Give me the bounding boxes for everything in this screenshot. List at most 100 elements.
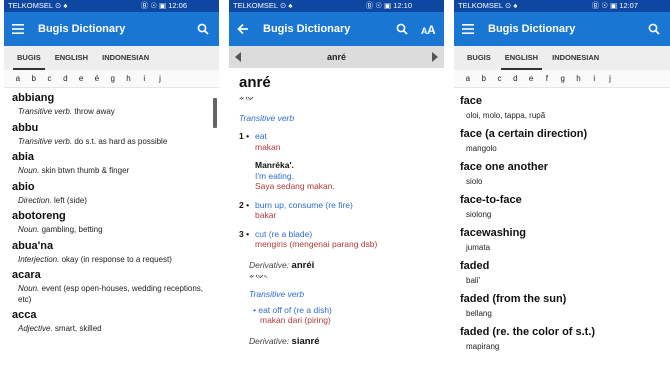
letter-e[interactable]: e bbox=[523, 74, 539, 83]
letter-b[interactable]: b bbox=[476, 74, 492, 83]
entry-word: face bbox=[460, 95, 483, 107]
list-item[interactable]: abua'na Interjection. okay (in response t… bbox=[12, 239, 219, 266]
letter-f[interactable]: f bbox=[539, 74, 555, 83]
sense-english: burn up, consume (re fire) bbox=[255, 199, 353, 210]
sense-3: 3 • cut (re a blade) mengiris (mengenai … bbox=[239, 228, 378, 250]
screen-english-list: TELKOMSEL ⊙ ♠ Ⓑ ☉ ▣ 12:07 Bugis Dictionary… bbox=[454, 0, 670, 372]
list-item[interactable]: face oloi, molo, tappa, rupã bbox=[460, 94, 670, 121]
tab-english[interactable]: ENGLISH bbox=[48, 46, 95, 70]
entry-word: acca bbox=[12, 309, 37, 321]
list-item[interactable]: abotoreng Noun. gambling, betting bbox=[12, 209, 219, 236]
derivative-word[interactable]: anréi bbox=[292, 260, 315, 271]
entry-definition: skin btwn thumb & finger bbox=[41, 166, 130, 175]
list-item[interactable]: abbu Transitive verb. do s.t. as hard as … bbox=[12, 121, 219, 148]
list-item[interactable]: abio Direction. left (side) bbox=[12, 180, 219, 207]
list-item[interactable]: faded bali' bbox=[460, 259, 670, 286]
list-item[interactable]: faded (from the sun) bellang bbox=[460, 292, 670, 319]
tab-indonesian[interactable]: INDONESIAN bbox=[545, 46, 606, 70]
entry-definition: throw away bbox=[74, 107, 115, 116]
status-right-icons: Ⓑ ☉ ▣ bbox=[365, 1, 392, 10]
tab-bugis[interactable]: BUGIS bbox=[10, 46, 48, 70]
app-bar: Bugis Dictionary bbox=[454, 12, 670, 46]
screen-word-detail: TELKOMSEL ⊙ ♠ Ⓑ ☉ ▣ 12:10 Bugis Dictionary… bbox=[229, 0, 444, 372]
letter-c[interactable]: c bbox=[42, 74, 58, 83]
letter-i[interactable]: i bbox=[136, 74, 152, 83]
derivative-word[interactable]: sianré bbox=[292, 336, 320, 347]
letter-index: a b c d e é g h i j bbox=[4, 70, 219, 88]
letter-g[interactable]: g bbox=[555, 74, 571, 83]
app-bar: Bugis Dictionary bbox=[4, 12, 219, 46]
letter-h[interactable]: h bbox=[571, 74, 587, 83]
letter-d[interactable]: d bbox=[57, 74, 73, 83]
text-size-icon[interactable]: AA bbox=[420, 21, 436, 37]
letter-i[interactable]: i bbox=[586, 74, 602, 83]
entry-pos: Noun. bbox=[18, 284, 40, 293]
word-navigator: anré bbox=[229, 46, 444, 68]
status-left-icons: ⊙ ♠ bbox=[55, 1, 68, 10]
app-bar: Bugis Dictionary AA bbox=[229, 12, 444, 46]
carrier-label: TELKOMSEL bbox=[8, 1, 54, 10]
next-word-icon[interactable] bbox=[431, 52, 438, 62]
scrollbar-thumb[interactable] bbox=[213, 98, 217, 128]
letter-g[interactable]: g bbox=[105, 74, 121, 83]
list-item[interactable]: face-to-face siolong bbox=[460, 193, 670, 220]
sense-number: 2 bbox=[239, 199, 244, 210]
derivative-heading: Derivative: anréi bbox=[239, 260, 434, 271]
sense-indonesian: makan bbox=[255, 141, 281, 152]
list-item[interactable]: abia Noun. skin btwn thumb & finger bbox=[12, 150, 219, 177]
example-bugis: Manréka'. bbox=[255, 160, 294, 170]
tab-indonesian[interactable]: INDONESIAN bbox=[95, 46, 156, 70]
letter-a[interactable]: a bbox=[10, 74, 26, 83]
list-item[interactable]: face (a certain direction) mangolo bbox=[460, 127, 670, 154]
entry-definition: event (esp open-houses, wedding receptio… bbox=[18, 284, 204, 304]
entry-word: faded (re. the color of s.t.) bbox=[460, 326, 596, 338]
status-bar: TELKOMSEL ⊙ ♠ Ⓑ ☉ ▣ 12:06 bbox=[4, 0, 219, 12]
sense-english: eat off of (re a dish) bbox=[258, 304, 332, 315]
svg-text:A: A bbox=[427, 23, 435, 35]
list-item[interactable]: acara Noun. event (esp open-houses, weddi… bbox=[12, 268, 219, 305]
letter-j[interactable]: j bbox=[152, 74, 168, 83]
derivative-pos: Transitive verb bbox=[249, 288, 305, 299]
search-icon[interactable] bbox=[394, 21, 410, 37]
app-title: Bugis Dictionary bbox=[263, 23, 351, 35]
language-tabs: BUGIS ENGLISH INDONESIAN bbox=[4, 46, 219, 70]
entry-pos: Adjective. bbox=[18, 324, 53, 333]
entry-word: facewashing bbox=[460, 227, 527, 239]
list-item[interactable]: abbiang Transitive verb. throw away bbox=[12, 91, 219, 118]
part-of-speech: Transitive verb bbox=[239, 113, 295, 123]
tab-english[interactable]: ENGLISH bbox=[498, 46, 545, 70]
tab-bugis[interactable]: BUGIS bbox=[460, 46, 498, 70]
status-bar: TELKOMSEL ⊙ ♠ Ⓑ ☉ ▣ 12:07 bbox=[454, 0, 670, 12]
entry-word: faded (from the sun) bbox=[460, 293, 567, 305]
entry-word: face-to-face bbox=[460, 194, 522, 206]
letter-e[interactable]: e bbox=[73, 74, 89, 83]
letter-e-accent[interactable]: é bbox=[89, 74, 105, 83]
entry-word: face one another bbox=[460, 161, 549, 173]
status-left-icons: ⊙ ♠ bbox=[280, 1, 293, 10]
search-icon[interactable] bbox=[646, 21, 662, 37]
letter-j[interactable]: j bbox=[602, 74, 618, 83]
status-bar: TELKOMSEL ⊙ ♠ Ⓑ ☉ ▣ 12:10 bbox=[229, 0, 444, 12]
entry-translation: mangolo bbox=[466, 144, 497, 153]
list-item[interactable]: faded (re. the color of s.t.) mapirang bbox=[460, 325, 670, 352]
entry-definition: okay (in response to a request) bbox=[61, 254, 172, 264]
letter-h[interactable]: h bbox=[121, 74, 137, 83]
letter-d[interactable]: d bbox=[507, 74, 523, 83]
letter-b[interactable]: b bbox=[26, 74, 42, 83]
entry-translation: bellang bbox=[466, 309, 492, 318]
example-indonesian: Saya sedang makan. bbox=[255, 181, 335, 191]
list-item[interactable]: face one another siolo bbox=[460, 160, 670, 187]
menu-icon[interactable] bbox=[10, 21, 26, 37]
letter-c[interactable]: c bbox=[492, 74, 508, 83]
list-item[interactable]: acca Adjective. smart, skilled bbox=[12, 308, 219, 335]
letter-a[interactable]: a bbox=[460, 74, 476, 83]
letter-index: a b c d e f g h i j bbox=[454, 70, 670, 88]
derivative-script: ᨀᨉᨙᨚ bbox=[249, 272, 270, 280]
list-item[interactable]: facewashing jumata bbox=[460, 226, 670, 253]
entry-list: abbiang Transitive verb. throw away abbu T… bbox=[4, 91, 219, 335]
back-arrow-icon[interactable] bbox=[235, 21, 251, 37]
menu-icon[interactable] bbox=[460, 21, 476, 37]
search-icon[interactable] bbox=[195, 21, 211, 37]
entry-word: acara bbox=[12, 269, 41, 281]
previous-word-icon[interactable] bbox=[235, 52, 241, 62]
